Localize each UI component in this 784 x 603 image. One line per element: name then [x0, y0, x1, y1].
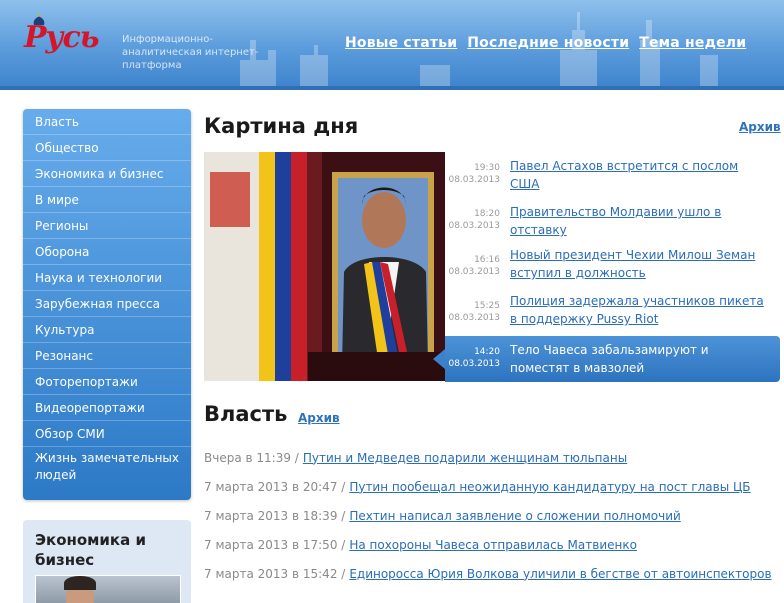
- picture-of-day-archive-link[interactable]: Архив: [739, 120, 781, 134]
- list-item: 7 марта 2013 в 20:47 / Путин пообещал не…: [204, 472, 779, 501]
- sidebar-item-foreign-press[interactable]: Зарубежная пресса: [23, 291, 191, 317]
- sidebar-item-culture[interactable]: Культура: [23, 317, 191, 343]
- item-date: 7 марта 2013 в 18:39 /: [204, 508, 346, 523]
- economy-box-photo[interactable]: [35, 575, 181, 603]
- news-item[interactable]: 16:16 08.03.2013 Новый президент Чехии Ми…: [445, 244, 780, 290]
- list-item: Вчера в 11:39 / Путин и Медведев подарил…: [204, 443, 779, 472]
- sidebar-item-society[interactable]: Общество: [23, 135, 191, 161]
- site-logo[interactable]: Русь: [24, 14, 108, 62]
- top-navigation: Новые статьи Последние новости Тема неде…: [345, 35, 746, 51]
- site-tagline: Информационно-аналитическая интернет-пла…: [122, 34, 259, 71]
- news-time: 19:30 08.03.2013: [448, 163, 500, 185]
- sidebar-item-media-review[interactable]: Обзор СМИ: [23, 421, 191, 447]
- news-link[interactable]: Тело Чавеса забальзамируют и поместят в …: [510, 341, 770, 377]
- item-link[interactable]: Единоросса Юрия Волкова уличили в бегств…: [349, 567, 771, 581]
- item-link[interactable]: На похороны Чавеса отправилась Матвиенко: [349, 538, 637, 552]
- featured-photo[interactable]: [204, 152, 445, 381]
- picture-of-day-title: Картина дня: [204, 114, 359, 138]
- item-date: 7 марта 2013 в 20:47 /: [204, 479, 346, 494]
- news-link[interactable]: Павел Астахов встретится с послом США: [510, 157, 770, 193]
- news-item[interactable]: 19:30 08.03.2013 Павел Астахов встретится…: [445, 152, 780, 198]
- list-item: 7 марта 2013 в 15:42 / Единоросса Юрия В…: [204, 559, 779, 588]
- portrait-scene: [204, 152, 445, 381]
- logo-text: Русь: [24, 20, 100, 55]
- person-hair: [64, 576, 96, 590]
- sidebar-item-world[interactable]: В мире: [23, 187, 191, 213]
- header-bottom-strip: [0, 86, 784, 90]
- news-link[interactable]: Новый президент Чехии Милош Земан вступи…: [510, 246, 770, 282]
- sidebar-item-remarkable-people[interactable]: Жизнь замечательных людей: [23, 447, 191, 487]
- item-link[interactable]: Путин и Медведев подарили женщинам тюльп…: [303, 451, 627, 465]
- vlast-archive-link[interactable]: Архив: [298, 411, 340, 425]
- sidebar-item-regions[interactable]: Регионы: [23, 213, 191, 239]
- sidebar-item-vlast[interactable]: Власть: [23, 109, 191, 135]
- category-sidebar: Власть Общество Экономика и бизнес В мир…: [23, 109, 191, 500]
- nav-topic-of-week[interactable]: Тема недели: [639, 35, 746, 51]
- sidebar-item-photo-reports[interactable]: Фоторепортажи: [23, 369, 191, 395]
- vlast-section-title: Власть: [204, 402, 288, 426]
- sidebar-item-economy[interactable]: Экономика и бизнес: [23, 161, 191, 187]
- list-item: 7 марта 2013 в 17:50 / На похороны Чавес…: [204, 530, 779, 559]
- news-link[interactable]: Полиция задержала участников пикета в по…: [510, 292, 770, 328]
- item-date: 7 марта 2013 в 17:50 /: [204, 537, 346, 552]
- nav-new-articles[interactable]: Новые статьи: [345, 35, 457, 51]
- news-link[interactable]: Правительство Молдавии ушло в отставку: [510, 203, 770, 239]
- list-item: 7 марта 2013 в 18:39 / Пехтин написал за…: [204, 501, 779, 530]
- item-date: Вчера в 11:39 /: [204, 450, 299, 465]
- news-item[interactable]: 15:25 08.03.2013 Полиция задержала участн…: [445, 290, 780, 336]
- economy-box: Экономика и бизнес: [23, 520, 191, 603]
- news-time: 14:20 08.03.2013: [448, 347, 500, 369]
- item-link[interactable]: Путин пообещал неожиданную кандидатуру н…: [349, 480, 750, 494]
- news-feed: 19:30 08.03.2013 Павел Астахов встретится…: [433, 152, 780, 382]
- sidebar-item-resonance[interactable]: Резонанс: [23, 343, 191, 369]
- site-header: Русь Информационно-аналитическая интерне…: [0, 0, 784, 90]
- item-link[interactable]: Пехтин написал заявление о сложении полн…: [349, 509, 681, 523]
- item-date: 7 марта 2013 в 15:42 /: [204, 566, 346, 581]
- news-item[interactable]: 18:20 08.03.2013 Правительство Молдавии у…: [445, 198, 780, 244]
- sidebar-item-defense[interactable]: Оборона: [23, 239, 191, 265]
- sidebar-item-science[interactable]: Наука и технологии: [23, 265, 191, 291]
- news-time: 16:16 08.03.2013: [448, 255, 500, 277]
- economy-box-title[interactable]: Экономика и бизнес: [35, 530, 185, 570]
- sidebar-item-video-reports[interactable]: Видеорепортажи: [23, 395, 191, 421]
- vlast-news-list: Вчера в 11:39 / Путин и Медведев подарил…: [204, 443, 779, 588]
- news-time: 18:20 08.03.2013: [448, 209, 500, 231]
- nav-latest-news[interactable]: Последние новости: [467, 35, 629, 51]
- news-time: 15:25 08.03.2013: [448, 301, 500, 323]
- news-item-active[interactable]: 14:20 08.03.2013 Тело Чавеса забальзамиру…: [433, 336, 780, 382]
